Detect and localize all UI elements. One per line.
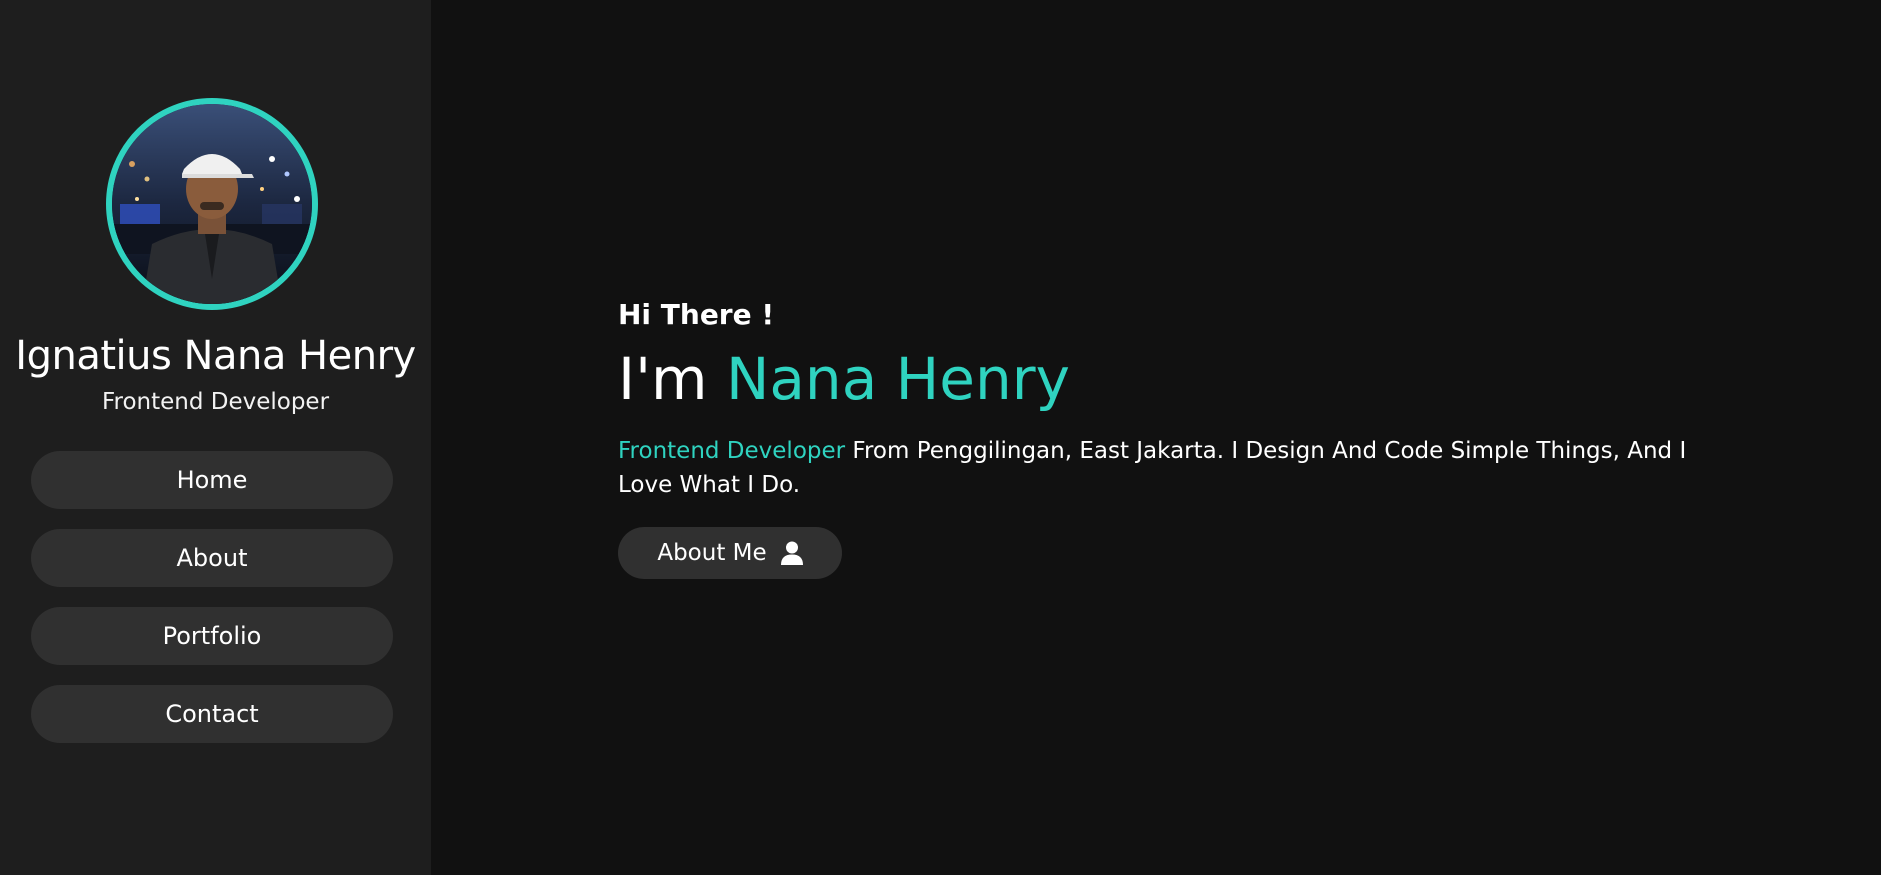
about-me-button[interactable]: About Me (618, 527, 842, 579)
nav-contact-button[interactable]: Contact (31, 685, 393, 743)
hero-description: Frontend Developer From Penggilingan, Ea… (618, 434, 1698, 502)
sidebar: Ignatius Nana Henry Frontend Developer H… (0, 0, 431, 875)
hero-greeting: Hi There ! (618, 298, 775, 331)
user-icon (780, 541, 803, 565)
hero-heading-prefix: I'm (618, 345, 726, 413)
profile-photo (112, 104, 312, 304)
avatar (106, 98, 318, 310)
nav-portfolio-button[interactable]: Portfolio (31, 607, 393, 665)
profile-role: Frontend Developer (101, 389, 330, 415)
nav-about-button[interactable]: About (31, 529, 393, 587)
hero-heading: I'm Nana Henry (618, 340, 1070, 418)
profile-name: Ignatius Nana Henry (15, 333, 416, 379)
about-me-button-label: About Me (657, 540, 767, 566)
hero-description-highlight: Frontend Developer (618, 438, 846, 464)
hero-heading-name: Nana Henry (726, 345, 1070, 413)
nav-home-button[interactable]: Home (31, 451, 393, 509)
